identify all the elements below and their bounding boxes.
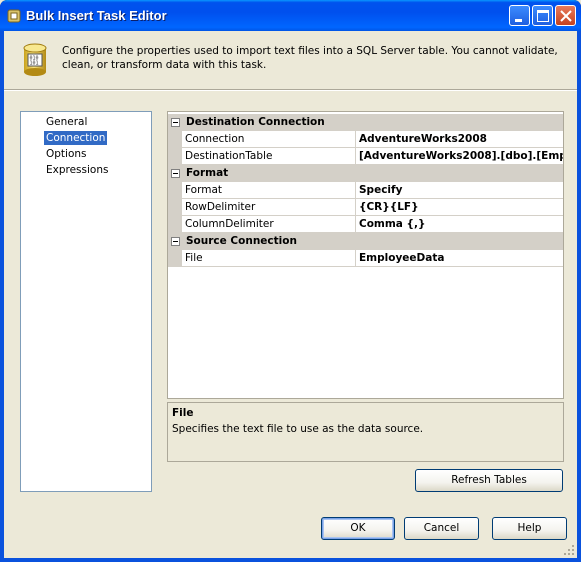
dialog-window: Bulk Insert Task Editor 010 101 Configur… bbox=[0, 0, 581, 562]
row-gutter bbox=[168, 182, 182, 199]
property-value[interactable]: Comma {,} bbox=[356, 216, 563, 233]
ok-button[interactable]: OK bbox=[321, 517, 395, 540]
property-name: ColumnDelimiter bbox=[182, 216, 356, 233]
refresh-tables-button[interactable]: Refresh Tables bbox=[415, 469, 563, 492]
row-gutter bbox=[168, 250, 182, 267]
property-row-format[interactable]: Format Specify bbox=[168, 182, 563, 199]
category-label: Format bbox=[186, 167, 229, 179]
maximize-button[interactable] bbox=[532, 5, 553, 26]
nav-item-connection[interactable]: Connection bbox=[44, 131, 108, 145]
nav-item-options[interactable]: Options bbox=[44, 147, 89, 161]
property-value[interactable]: AdventureWorks2008 bbox=[356, 131, 563, 148]
close-button[interactable] bbox=[555, 5, 576, 26]
property-row-file[interactable]: File EmployeeData bbox=[168, 250, 563, 267]
property-description-panel: File Specifies the text file to use as t… bbox=[167, 402, 564, 462]
help-button[interactable]: Help bbox=[492, 517, 567, 540]
row-gutter bbox=[168, 131, 182, 148]
svg-text:101: 101 bbox=[30, 61, 39, 67]
property-name: RowDelimiter bbox=[182, 199, 356, 216]
row-gutter bbox=[168, 148, 182, 165]
header-separator bbox=[4, 89, 577, 91]
cancel-button[interactable]: Cancel bbox=[404, 517, 479, 540]
title-bar[interactable]: Bulk Insert Task Editor bbox=[0, 0, 581, 31]
category-format[interactable]: Format bbox=[168, 165, 563, 182]
nav-item-expressions[interactable]: Expressions bbox=[44, 163, 110, 177]
minimize-button[interactable] bbox=[509, 5, 530, 26]
nav-item-general[interactable]: General bbox=[44, 115, 89, 129]
window-frame-bottom bbox=[0, 558, 581, 562]
collapse-icon[interactable] bbox=[171, 237, 180, 246]
property-name: Connection bbox=[182, 131, 356, 148]
property-value[interactable]: {CR}{LF} bbox=[356, 199, 563, 216]
category-source-connection[interactable]: Source Connection bbox=[168, 233, 563, 250]
category-label: Source Connection bbox=[186, 235, 297, 247]
description-text: Specifies the text file to use as the da… bbox=[172, 423, 424, 435]
property-value[interactable]: [AdventureWorks2008].[dbo].[Empl bbox=[356, 148, 563, 165]
row-gutter bbox=[168, 216, 182, 233]
resize-grip-icon[interactable] bbox=[563, 544, 575, 556]
close-icon bbox=[560, 10, 572, 22]
page-navigation-list[interactable]: General Connection Options Expressions bbox=[20, 111, 152, 492]
dialog-client-area: 010 101 Configure the properties used to… bbox=[4, 31, 577, 558]
description-title: File bbox=[172, 407, 194, 419]
category-destination-connection[interactable]: Destination Connection bbox=[168, 114, 563, 131]
row-gutter bbox=[168, 199, 182, 216]
property-name: Format bbox=[182, 182, 356, 199]
property-name: File bbox=[182, 250, 356, 267]
minimize-icon bbox=[515, 19, 522, 22]
collapse-icon[interactable] bbox=[171, 169, 180, 178]
property-row-row-delimiter[interactable]: RowDelimiter {CR}{LF} bbox=[168, 199, 563, 216]
property-grid[interactable]: Destination Connection Connection Advent… bbox=[167, 111, 564, 399]
property-value[interactable]: EmployeeData bbox=[356, 250, 563, 267]
header-description: Configure the properties used to import … bbox=[62, 45, 558, 71]
collapse-icon[interactable] bbox=[171, 118, 180, 127]
task-icon bbox=[7, 9, 21, 23]
property-name: DestinationTable bbox=[182, 148, 356, 165]
database-icon: 010 101 bbox=[23, 43, 47, 76]
property-row-column-delimiter[interactable]: ColumnDelimiter Comma {,} bbox=[168, 216, 563, 233]
maximize-icon bbox=[537, 10, 549, 22]
property-value[interactable]: Specify bbox=[356, 182, 563, 199]
property-row-destination-table[interactable]: DestinationTable [AdventureWorks2008].[d… bbox=[168, 148, 563, 165]
property-row-connection[interactable]: Connection AdventureWorks2008 bbox=[168, 131, 563, 148]
category-label: Destination Connection bbox=[186, 116, 325, 128]
window-title: Bulk Insert Task Editor bbox=[26, 8, 167, 23]
window-frame-right bbox=[577, 31, 581, 562]
